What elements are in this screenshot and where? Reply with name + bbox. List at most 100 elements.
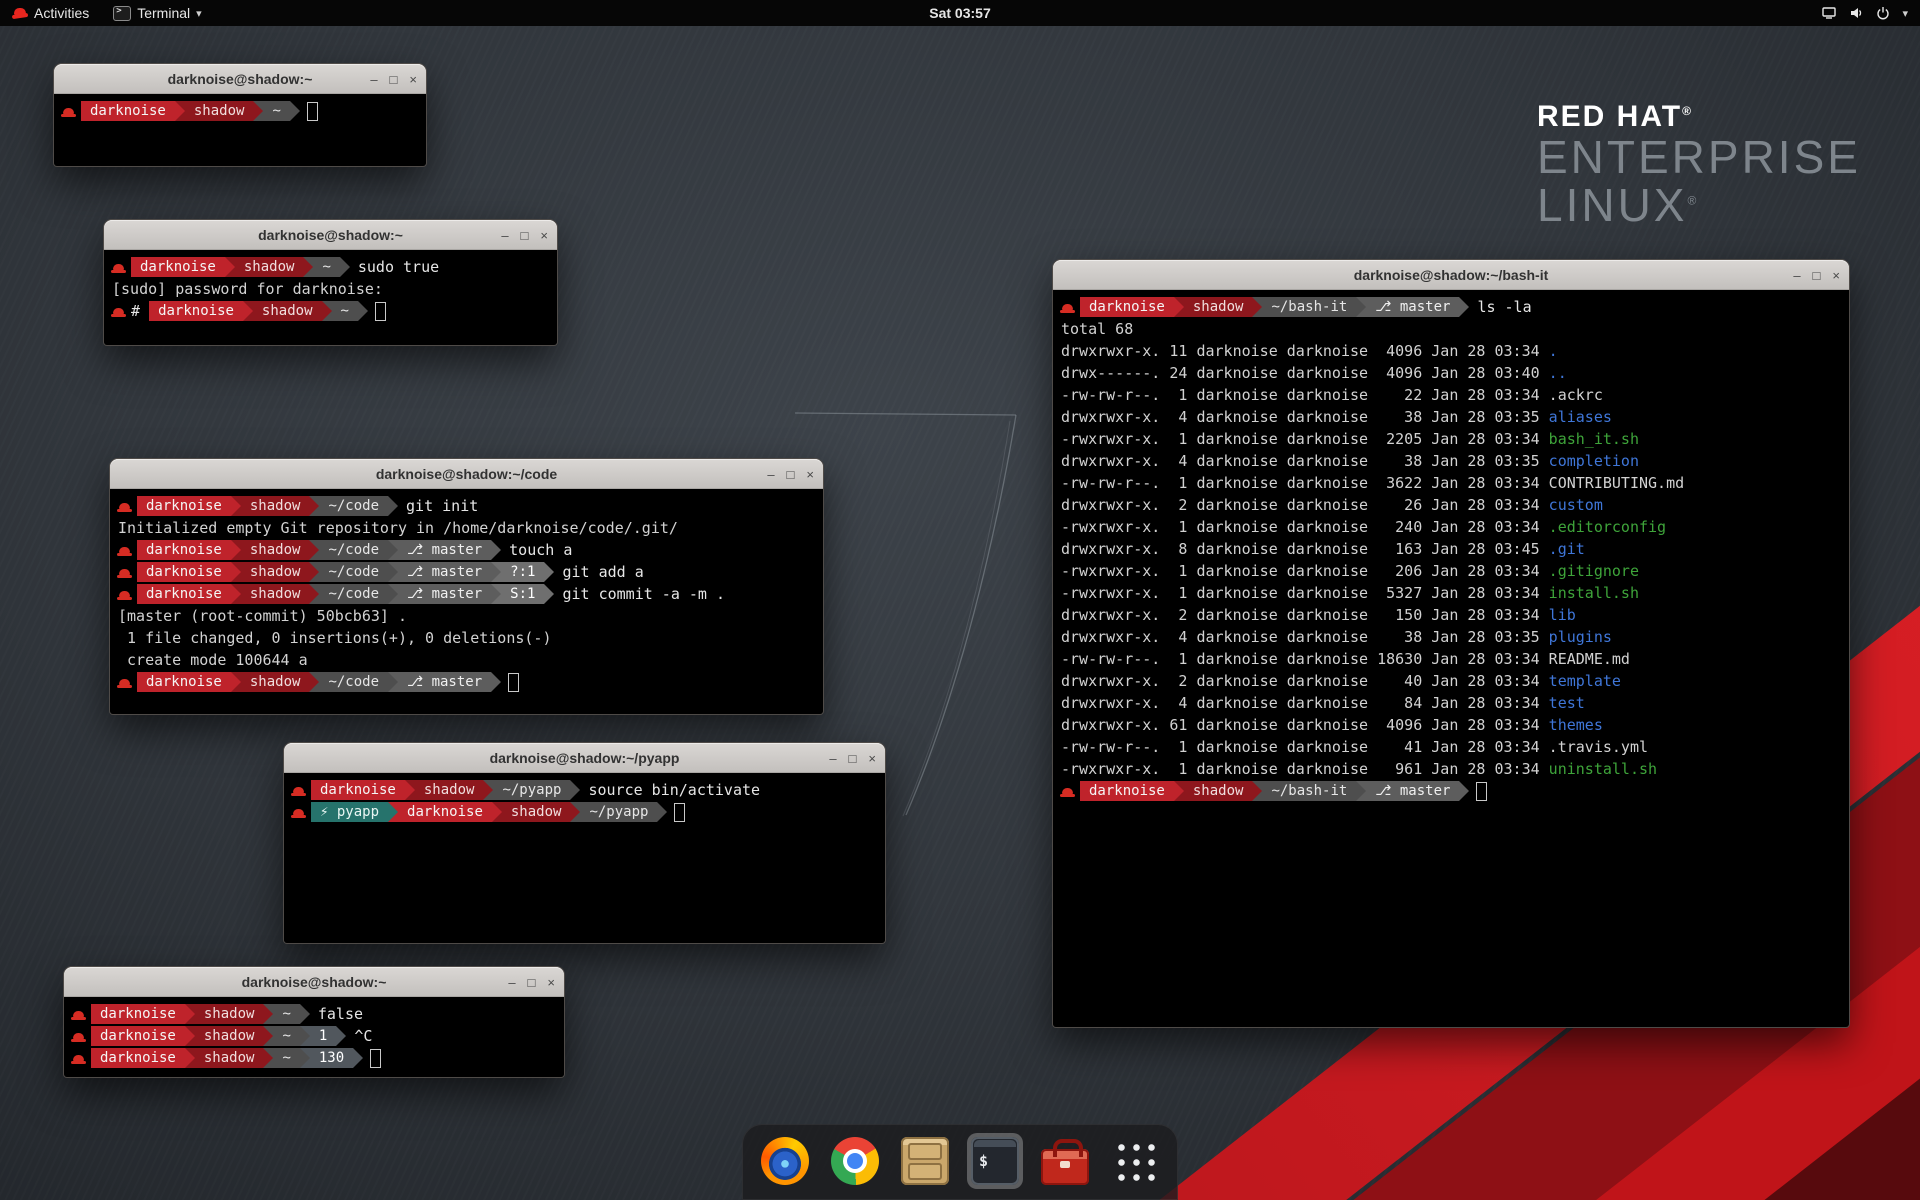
activities-button[interactable]: Activities	[0, 0, 101, 26]
show-apps-icon	[1111, 1137, 1159, 1185]
command-text: ^C	[346, 1027, 372, 1045]
minimize-button[interactable]: –	[829, 752, 836, 765]
powerline-separator	[491, 540, 501, 560]
app-menu-terminal[interactable]: Terminal ▾	[101, 0, 213, 26]
window-titlebar[interactable]: darknoise@shadow:~/pyapp–□×	[284, 743, 885, 773]
powerline-separator	[570, 802, 580, 822]
close-button[interactable]: ×	[868, 752, 876, 765]
chrome-icon	[831, 1137, 879, 1185]
file-row-meta: drwxrwxr-x. 2 darknoise darknoise 40 Jan…	[1061, 672, 1549, 690]
terminal-window: darknoise@shadow:~/code–□×darknoiseshado…	[110, 459, 823, 714]
maximize-button[interactable]: □	[849, 752, 857, 765]
prompt-segment-path: ~	[273, 1004, 299, 1024]
powerline-separator	[388, 496, 398, 516]
prompt-segment-user: darknoise	[1080, 297, 1174, 317]
prompt-segment-path: ~/pyapp	[580, 802, 657, 822]
terminal-screen[interactable]: darknoiseshadow~sudo true[sudo] password…	[104, 250, 557, 345]
window-titlebar[interactable]: darknoise@shadow:~ –□ ×	[54, 64, 426, 94]
prompt-segment-path: ~	[332, 301, 358, 321]
dock-item-files[interactable]	[897, 1133, 953, 1189]
terminal-screen[interactable]: darknoiseshadow~/codegit initInitialized…	[110, 489, 823, 714]
close-button[interactable]: ×	[540, 229, 548, 242]
minimize-button[interactable]: –	[767, 468, 774, 481]
close-button[interactable]: ×	[806, 468, 814, 481]
prompt-segment-user: darknoise	[398, 802, 492, 822]
file-name: install.sh	[1549, 584, 1639, 602]
prompt-segment-status: S:1	[501, 584, 544, 604]
powerline-separator	[388, 672, 398, 692]
prompt-segment-host: shadow	[185, 101, 254, 121]
terminal-screen[interactable]: darknoiseshadow~falsedarknoiseshadow~1^C…	[64, 997, 564, 1077]
window-titlebar[interactable]: darknoise@shadow:~–□×	[104, 220, 557, 250]
desktop: RED HAT® ENTERPRISE LINUX® darknoise@sha…	[0, 0, 1920, 1200]
powerline-separator	[300, 1026, 310, 1046]
maximize-button[interactable]: □	[1813, 269, 1821, 282]
dock-item-toolbox[interactable]	[1037, 1135, 1093, 1189]
maximize-button[interactable]: □	[390, 73, 398, 86]
file-row: -rwxrwxr-x. 1 darknoise darknoise 2205 J…	[1061, 428, 1841, 450]
file-row-meta: -rw-rw-r--. 1 darknoise darknoise 41 Jan…	[1061, 738, 1549, 756]
file-row-meta: -rwxrwxr-x. 1 darknoise darknoise 5327 J…	[1061, 584, 1549, 602]
powerline-separator	[388, 540, 398, 560]
file-row: -rw-rw-r--. 1 darknoise darknoise 3622 J…	[1061, 472, 1841, 494]
file-name: test	[1549, 694, 1585, 712]
powerline-separator	[185, 1026, 195, 1046]
redhat-prompt-icon	[72, 1052, 85, 1065]
prompt-segment-user: darknoise	[91, 1004, 185, 1024]
file-row: drwx------. 24 darknoise darknoise 4096 …	[1061, 362, 1841, 384]
file-name: .	[1549, 342, 1558, 360]
file-row-meta: -rw-rw-r--. 1 darknoise darknoise 22 Jan…	[1061, 386, 1549, 404]
minimize-button[interactable]: –	[508, 976, 515, 989]
clock[interactable]: Sat 03:57	[929, 5, 990, 21]
dock-item-chrome[interactable]	[827, 1133, 883, 1189]
prompt-line: darknoiseshadow~/code⎇ masterS:1git comm…	[118, 583, 815, 605]
powerline-separator	[309, 496, 319, 516]
file-row-meta: drwxrwxr-x. 4 darknoise darknoise 38 Jan…	[1061, 628, 1549, 646]
minimize-button[interactable]: –	[1793, 269, 1800, 282]
window-titlebar[interactable]: darknoise@shadow:~/code–□×	[110, 459, 823, 489]
system-status-area[interactable]: ▾	[1821, 5, 1920, 21]
window-titlebar[interactable]: darknoise@shadow:~/bash-it–□×	[1053, 260, 1849, 290]
terminal-screen[interactable]: darknoiseshadow~/pyappsource bin/activat…	[284, 773, 885, 943]
file-row: drwxrwxr-x. 4 darknoise darknoise 38 Jan…	[1061, 450, 1841, 472]
close-button[interactable]: ×	[409, 73, 417, 86]
powerline-separator	[388, 584, 398, 604]
close-button[interactable]: ×	[547, 976, 555, 989]
file-name: .git	[1549, 540, 1585, 558]
dock-item-firefox[interactable]	[757, 1133, 813, 1189]
redhat-prompt-icon	[72, 1008, 85, 1021]
file-row: -rw-rw-r--. 1 darknoise darknoise 41 Jan…	[1061, 736, 1841, 758]
dock-item-terminal[interactable]	[967, 1133, 1023, 1189]
minimize-button[interactable]: –	[501, 229, 508, 242]
redhat-prompt-icon	[118, 544, 131, 557]
powerline-separator	[300, 1048, 310, 1068]
prompt-segment-host: shadow	[253, 301, 322, 321]
prompt-segment-host: shadow	[235, 257, 304, 277]
file-name: template	[1549, 672, 1621, 690]
file-row: drwxrwxr-x. 4 darknoise darknoise 84 Jan…	[1061, 692, 1841, 714]
powerline-separator	[1252, 297, 1262, 317]
file-row: drwxrwxr-x. 61 darknoise darknoise 4096 …	[1061, 714, 1841, 736]
prompt-segment-exit: 1	[310, 1026, 336, 1046]
maximize-button[interactable]: □	[787, 468, 795, 481]
maximize-button[interactable]: □	[528, 976, 536, 989]
file-row: drwxrwxr-x. 2 darknoise darknoise 40 Jan…	[1061, 670, 1841, 692]
prompt-segment-host: shadow	[415, 780, 484, 800]
minimize-button[interactable]: –	[370, 73, 377, 86]
window-titlebar[interactable]: darknoise@shadow:~–□×	[64, 967, 564, 997]
prompt-segment-scm: ⎇ master	[1366, 781, 1459, 801]
terminal-screen[interactable]: darknoiseshadow~	[54, 94, 426, 166]
close-button[interactable]: ×	[1832, 269, 1840, 282]
redhat-prompt-icon	[112, 305, 125, 318]
chevron-down-icon: ▾	[196, 7, 202, 20]
window-title: darknoise@shadow:~	[168, 71, 313, 87]
powerline-separator	[657, 802, 667, 822]
powerline-separator	[231, 672, 241, 692]
dock-item-show-apps[interactable]	[1107, 1133, 1163, 1189]
powerline-separator	[544, 562, 554, 582]
maximize-button[interactable]: □	[521, 229, 529, 242]
terminal-screen[interactable]: darknoiseshadow~/bash-it⎇ masterls -lato…	[1053, 290, 1849, 1027]
prompt-segment-path: ~/code	[319, 496, 388, 516]
powerline-separator	[225, 257, 235, 277]
prompt-segment-user: darknoise	[137, 584, 231, 604]
